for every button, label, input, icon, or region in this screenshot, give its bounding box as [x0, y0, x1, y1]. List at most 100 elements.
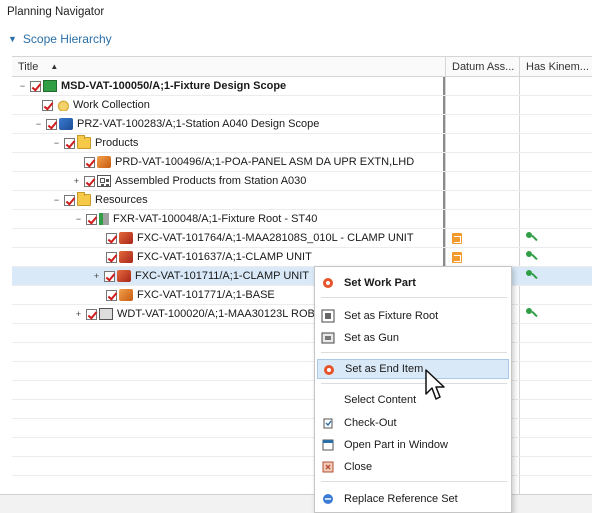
- plus-icon[interactable]: +: [92, 271, 101, 281]
- minus-icon[interactable]: −: [74, 214, 83, 224]
- tree-row[interactable]: − PRZ-VAT-100283/A;1-Station A040 Design…: [12, 115, 592, 134]
- tree-row[interactable]: Work Collection: [12, 96, 592, 115]
- checkbox[interactable]: [106, 289, 117, 301]
- weld-gun-icon: [321, 331, 335, 345]
- menu-item-label: Select Content: [344, 394, 417, 406]
- tree-item-label: FXC-VAT-101711/A;1-CLAMP UNIT: [135, 270, 310, 282]
- checkbox[interactable]: [46, 118, 57, 130]
- checkbox[interactable]: [84, 175, 95, 187]
- collapse-triangle-icon[interactable]: ▼: [8, 34, 17, 44]
- menu-separator: [321, 297, 507, 298]
- close-icon: [321, 460, 335, 474]
- folder-icon: [77, 135, 91, 149]
- part-icon: [119, 289, 133, 301]
- column-title-label: Title: [18, 60, 39, 73]
- context-menu: Set Work Part Set as Fixture Root Set as…: [314, 266, 512, 513]
- menu-item-label: Set as Gun: [344, 332, 400, 344]
- panel-title: Planning Navigator: [7, 6, 105, 18]
- tree-row[interactable]: + Assembled Products from Station A030: [12, 172, 592, 191]
- scope-hierarchy-header[interactable]: ▼ Scope Hierarchy: [8, 32, 112, 46]
- tree-row[interactable]: FXC-VAT-101637/A;1-CLAMP UNIT: [12, 248, 592, 267]
- tree-row[interactable]: − MSD-VAT-100050/A;1-Fixture Design Scop…: [12, 77, 592, 96]
- tree-item-label: FXC-VAT-101764/A;1-MAA28108S_010L - CLAM…: [137, 232, 414, 244]
- minus-icon[interactable]: −: [52, 138, 61, 148]
- kinematics-icon: [526, 251, 538, 263]
- menu-separator: [321, 383, 507, 384]
- sort-ascending-icon: ▲: [50, 62, 59, 71]
- kinematics-icon: [526, 232, 538, 244]
- tree-item-label: PRD-VAT-100496/A;1-POA-PANEL ASM DA UPR …: [115, 156, 415, 168]
- datum-assigned-icon: [452, 252, 462, 263]
- menu-separator: [321, 481, 507, 482]
- kinematics-icon: [526, 270, 538, 282]
- datum-assigned-icon: [452, 233, 462, 244]
- tree-item-label: Assembled Products from Station A030: [115, 175, 307, 187]
- checkbox[interactable]: [104, 270, 115, 282]
- plus-icon[interactable]: +: [74, 309, 83, 319]
- tree-item-label: PRZ-VAT-100283/A;1-Station A040 Design S…: [77, 118, 320, 130]
- menu-item-label: Close: [344, 461, 373, 473]
- open-window-icon: [321, 438, 335, 452]
- menu-item-label: Check-Out: [344, 417, 397, 429]
- column-header-datum[interactable]: Datum Ass...: [446, 57, 520, 77]
- clamp-icon: [119, 251, 133, 263]
- tree-item-label: Work Collection: [73, 99, 150, 111]
- checkbox[interactable]: [30, 80, 41, 92]
- clamp-icon: [119, 232, 133, 244]
- tree-row[interactable]: FXC-VAT-101764/A;1-MAA28108S_010L - CLAM…: [12, 229, 592, 248]
- kinematics-icon: [526, 308, 538, 320]
- fixture-root-icon: [321, 309, 335, 323]
- menu-item-label: Replace Reference Set: [344, 493, 458, 505]
- tree-item-label: Products: [95, 137, 139, 149]
- work-part-icon: [321, 276, 335, 290]
- checkbox[interactable]: [106, 232, 117, 244]
- checkbox[interactable]: [84, 156, 95, 168]
- menu-item-close[interactable]: Close: [317, 457, 509, 477]
- menu-separator: [321, 352, 507, 353]
- weld-gun-icon: [99, 308, 113, 320]
- tree-row[interactable]: − Resources: [12, 191, 592, 210]
- minus-icon[interactable]: −: [18, 81, 27, 91]
- tree-row[interactable]: − FXR-VAT-100048/A;1-Fixture Root - ST40: [12, 210, 592, 229]
- menu-item-set-work-part[interactable]: Set Work Part: [317, 273, 509, 293]
- reference-set-icon: [321, 492, 335, 506]
- menu-item-label: Set Work Part: [344, 277, 416, 289]
- menu-item-set-as-gun[interactable]: Set as Gun: [317, 328, 509, 348]
- column-kinematics-label: Has Kinem...: [526, 60, 589, 73]
- tree-item-label: MSD-VAT-100050/A;1-Fixture Design Scope: [61, 80, 287, 92]
- folder-icon: [77, 192, 91, 206]
- plus-icon[interactable]: +: [72, 176, 81, 186]
- scope-icon: [43, 80, 57, 92]
- checkbox[interactable]: [42, 99, 53, 111]
- tree-row[interactable]: − Products: [12, 134, 592, 153]
- column-header-title[interactable]: Title ▲: [12, 57, 446, 77]
- menu-item-set-as-fixture-root[interactable]: Set as Fixture Root: [317, 306, 509, 326]
- menu-item-replace-reference-set[interactable]: Replace Reference Set: [317, 489, 509, 509]
- tree-item-label: FXR-VAT-100048/A;1-Fixture Root - ST40: [113, 213, 318, 225]
- clamp-icon: [117, 270, 131, 282]
- minus-icon[interactable]: −: [52, 195, 61, 205]
- mouse-pointer-icon: [425, 369, 445, 400]
- checkbox[interactable]: [86, 213, 97, 225]
- menu-item-label: Set as Fixture Root: [344, 310, 439, 322]
- menu-item-check-out[interactable]: Check-Out: [317, 413, 509, 433]
- scope-hierarchy-label: Scope Hierarchy: [22, 32, 112, 46]
- checkbox[interactable]: [86, 308, 97, 320]
- tree-item-label: WDT-VAT-100020/A;1-MAA30123L ROBO: [117, 308, 324, 320]
- minus-icon[interactable]: −: [34, 119, 43, 129]
- checkbox[interactable]: [64, 194, 75, 206]
- tree-row[interactable]: PRD-VAT-100496/A;1-POA-PANEL ASM DA UPR …: [12, 153, 592, 172]
- end-item-icon: [322, 363, 336, 377]
- column-header-kinematics[interactable]: Has Kinem...: [520, 57, 592, 77]
- checkbox[interactable]: [106, 251, 117, 263]
- part-icon: [97, 156, 111, 168]
- tree-item-label: FXC-VAT-101637/A;1-CLAMP UNIT: [137, 251, 312, 263]
- checkbox[interactable]: [64, 137, 75, 149]
- check-out-icon: [321, 416, 335, 430]
- menu-item-open-part-in-window[interactable]: Open Part in Window: [317, 435, 509, 455]
- menu-item-select-content[interactable]: Select Content: [317, 390, 509, 410]
- station-scope-icon: [59, 118, 73, 130]
- fixture-root-icon: [99, 213, 109, 225]
- menu-item-label: Set as End Item: [345, 363, 424, 375]
- menu-item-set-as-end-item[interactable]: Set as End Item: [317, 359, 509, 379]
